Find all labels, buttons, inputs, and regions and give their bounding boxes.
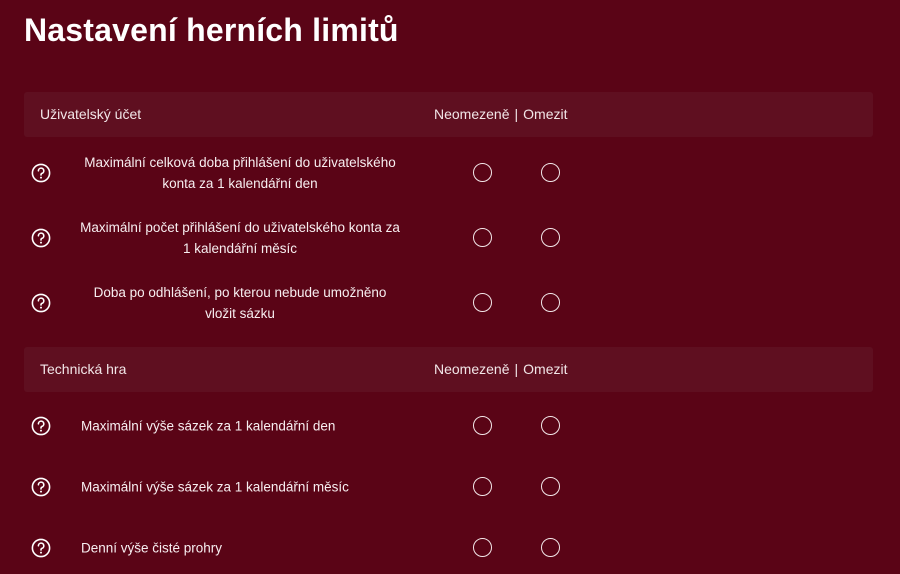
- column-header-unlimited: Neomezeně: [434, 106, 510, 122]
- limit-label: Maximální výše sázek za 1 kalendářní měs…: [81, 479, 349, 495]
- limit-label: Maximální celková doba přihlášení do uži…: [84, 155, 396, 191]
- column-headers: Neomezeně | Omezit: [434, 92, 567, 137]
- limit-row: Denní výše čisté prohry: [24, 523, 873, 573]
- limit-row: Doba po odhlášení, po kterou nebude umož…: [24, 278, 873, 328]
- section-title: Technická hra: [40, 361, 127, 377]
- unlimited-radio[interactable]: [473, 477, 492, 496]
- limit-row: Maximální výše sázek za 1 kalendářní měs…: [24, 462, 873, 512]
- limit-row: Maximální počet přihlášení do uživatelsk…: [24, 213, 873, 263]
- section-header-technical-game: Technická hra Neomezeně | Omezit: [24, 347, 873, 392]
- limit-radio[interactable]: [541, 163, 560, 182]
- column-header-limit: Omezit: [523, 361, 568, 377]
- limit-label: Denní výše čisté prohry: [81, 540, 223, 556]
- limit-label: Maximální výše sázek za 1 kalendářní den: [81, 418, 336, 434]
- question-circle-icon[interactable]: [31, 416, 51, 436]
- question-circle-icon[interactable]: [31, 477, 51, 497]
- unlimited-radio[interactable]: [473, 228, 492, 247]
- section-header-user-account: Uživatelský účet Neomezeně | Omezit: [24, 92, 873, 137]
- unlimited-radio[interactable]: [473, 416, 492, 435]
- unlimited-radio[interactable]: [473, 538, 492, 557]
- question-circle-icon[interactable]: [31, 228, 51, 248]
- unlimited-radio[interactable]: [473, 163, 492, 182]
- limit-radio[interactable]: [541, 538, 560, 557]
- column-separator: |: [514, 106, 519, 122]
- limit-row: Maximální výše sázek za 1 kalendářní den: [24, 401, 873, 451]
- limit-radio[interactable]: [541, 477, 560, 496]
- limit-label: Maximální počet přihlášení do uživatelsk…: [80, 220, 400, 256]
- question-circle-icon[interactable]: [31, 163, 51, 183]
- limit-radio[interactable]: [541, 416, 560, 435]
- question-circle-icon[interactable]: [31, 293, 51, 313]
- page-title: Nastavení herních limitů: [24, 12, 399, 48]
- column-separator: |: [514, 361, 519, 377]
- limit-radio[interactable]: [541, 228, 560, 247]
- section-title: Uživatelský účet: [40, 106, 142, 122]
- column-header-limit: Omezit: [523, 106, 568, 122]
- question-circle-icon[interactable]: [31, 538, 51, 558]
- unlimited-radio[interactable]: [473, 293, 492, 312]
- column-headers: Neomezeně | Omezit: [434, 347, 567, 392]
- column-header-unlimited: Neomezeně: [434, 361, 510, 377]
- limit-row: Maximální celková doba přihlášení do uži…: [24, 148, 873, 198]
- limit-radio[interactable]: [541, 293, 560, 312]
- limit-label: Doba po odhlášení, po kterou nebude umož…: [93, 285, 387, 321]
